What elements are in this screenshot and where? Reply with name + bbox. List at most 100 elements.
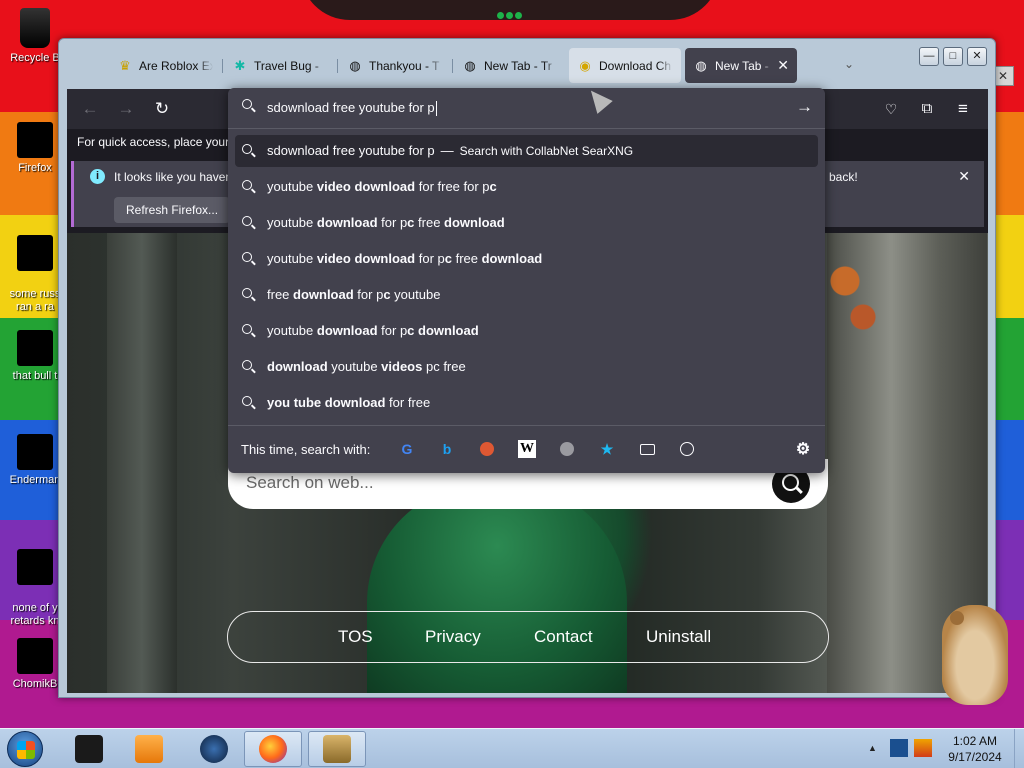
one-off-label: This time, search with:	[241, 442, 371, 457]
suggestion-text: free download for pc youtube	[267, 287, 440, 302]
suggestion-segment: download	[481, 251, 543, 266]
firefox-icon	[259, 735, 287, 763]
maximize-button[interactable]: □	[943, 47, 963, 66]
tab-travel-bug[interactable]: ✱ Travel Bug -	[224, 48, 336, 83]
suggestion-segment: c	[444, 251, 452, 266]
suggestion-segment: for p	[415, 251, 445, 266]
suggestion-segment: youtube	[267, 215, 317, 230]
wikipedia-icon[interactable]: W	[518, 440, 536, 458]
tabs-icon[interactable]	[638, 440, 656, 458]
notification-message-tail: back!	[829, 170, 858, 184]
tab-thankyou[interactable]: ◍ Thankyou - T	[339, 48, 451, 83]
go-arrow-icon[interactable]: →	[796, 97, 813, 117]
history-icon[interactable]	[678, 440, 696, 458]
minimize-button[interactable]: —	[919, 47, 939, 66]
tab-download[interactable]: ◉ Download Ch	[569, 48, 681, 83]
suggestion-segment: c download	[407, 323, 479, 338]
forward-arrow-icon[interactable]: →	[115, 98, 137, 120]
list-all-tabs-icon[interactable]: ⌄	[844, 57, 854, 71]
suggestion-segment: for p	[353, 287, 384, 302]
suggestion-row[interactable]: sdownload free youtube for p — Search with…	[235, 135, 818, 167]
suggestion-row[interactable]: youtube download for pc free download	[235, 207, 818, 239]
suggestion-segment: download	[293, 287, 354, 302]
taskbar-item-chomikbox[interactable]	[308, 731, 366, 767]
searxng-icon[interactable]	[558, 440, 576, 458]
bookmarks-toolbar-hint: For quick access, place your b	[77, 135, 240, 149]
suggestion-segment: download	[444, 215, 505, 230]
taskbar-item-media-player[interactable]	[120, 731, 178, 767]
globe-app-icon	[200, 735, 228, 763]
app-icon	[75, 735, 103, 763]
bing-icon[interactable]: b	[438, 440, 456, 458]
tab-roblox[interactable]: ♛ Are Roblox Ex	[109, 48, 221, 83]
suggestion-row[interactable]: free download for pc youtube	[235, 279, 818, 311]
back-arrow-icon[interactable]: ←	[79, 98, 101, 120]
suggestion-segment: free	[451, 251, 482, 266]
start-button[interactable]	[7, 731, 43, 767]
info-icon: i	[90, 169, 105, 184]
uninstall-link[interactable]: Uninstall	[646, 627, 711, 647]
privacy-link[interactable]: Privacy	[425, 627, 481, 647]
tab-label: Thankyou - T	[369, 58, 440, 73]
suggestion-segment: youtube	[267, 179, 317, 194]
suggestion-text: youtube download for pc download	[267, 323, 479, 338]
refresh-firefox-button[interactable]: Refresh Firefox...	[114, 197, 231, 223]
suggestion-row[interactable]: youtube video download for pc free downl…	[235, 243, 818, 275]
suggestion-row[interactable]: youtube video download for free for pc	[235, 171, 818, 203]
suggestion-row[interactable]: youtube download for pc download	[235, 315, 818, 347]
duckduckgo-icon[interactable]	[478, 440, 496, 458]
network-icon[interactable]	[890, 739, 908, 757]
google-icon[interactable]: G	[398, 440, 416, 458]
extensions-icon[interactable]: ⧉	[916, 98, 938, 120]
suggestion-segment: you tube download	[267, 395, 386, 410]
close-window-button[interactable]: ✕	[967, 47, 987, 66]
suggestion-segment: c	[489, 179, 497, 194]
file-icon	[17, 235, 53, 271]
suggestion-segment: youtube	[327, 359, 382, 374]
bookmarks-icon[interactable]: ★	[598, 440, 616, 458]
tray-expand-icon[interactable]: ▲	[868, 743, 877, 753]
reload-icon[interactable]: ↻	[151, 98, 173, 120]
tab-new-tab-1[interactable]: ◍ New Tab - Tr	[454, 48, 566, 83]
taskbar: ▲ 1:02 AM 9/17/2024	[0, 728, 1024, 768]
search-icon	[242, 252, 255, 268]
suggestion-segment: c	[383, 287, 391, 302]
search-icon	[242, 216, 255, 232]
volume-icon[interactable]	[914, 739, 932, 757]
suggestion-row[interactable]: you tube download for free	[235, 387, 818, 419]
suggestion-segment: pc free	[422, 359, 466, 374]
tab-label: Are Roblox Ex	[139, 58, 213, 73]
suggestion-segment: youtube	[390, 287, 441, 302]
download-app-icon: ◉	[579, 57, 591, 73]
taskbar-item-1[interactable]	[60, 731, 118, 767]
suggestion-segment: free	[414, 215, 445, 230]
close-icon[interactable]: ✕	[958, 168, 970, 185]
taskbar-item-firefox[interactable]	[244, 731, 302, 767]
suggestion-segment: videos	[381, 359, 423, 374]
suggestion-text: youtube video download for pc free downl…	[267, 251, 542, 266]
gear-icon[interactable]: ⚙	[794, 440, 812, 458]
firefox-icon	[17, 122, 53, 158]
media-player-icon	[135, 735, 163, 763]
clock[interactable]: 1:02 AM 9/17/2024	[940, 733, 1010, 765]
suggestion-segment: free	[267, 287, 294, 302]
contact-link[interactable]: Contact	[534, 627, 593, 647]
tab-new-tab-active[interactable]: ◍ New Tab - ✕	[685, 48, 797, 83]
search-icon	[242, 180, 255, 196]
pocket-icon[interactable]: ♡	[880, 98, 902, 120]
menu-icon[interactable]: ≡	[952, 98, 974, 120]
suggestion-row[interactable]: download youtube videos pc free	[235, 351, 818, 383]
suggestion-segment: download	[267, 359, 328, 374]
show-desktop-button[interactable]	[1014, 729, 1024, 768]
one-off-search-bar: This time, search with: G b W ★ ⚙	[228, 425, 825, 473]
footer-links: TOS Privacy Contact Uninstall	[227, 611, 829, 663]
hamster-sticker	[942, 605, 1008, 705]
suggestion-text: sdownload free youtube for p — Search with…	[267, 143, 633, 158]
taskbar-item-3[interactable]	[185, 731, 243, 767]
urlbar-input[interactable]: sdownload free youtube for p →	[228, 88, 825, 128]
urlbar-value: sdownload free youtube for p	[267, 100, 435, 115]
tos-link[interactable]: TOS	[338, 627, 373, 647]
hamster-icon	[323, 735, 351, 763]
suggestion-segment: youtube	[267, 251, 317, 266]
close-icon[interactable]: ✕	[777, 57, 789, 74]
